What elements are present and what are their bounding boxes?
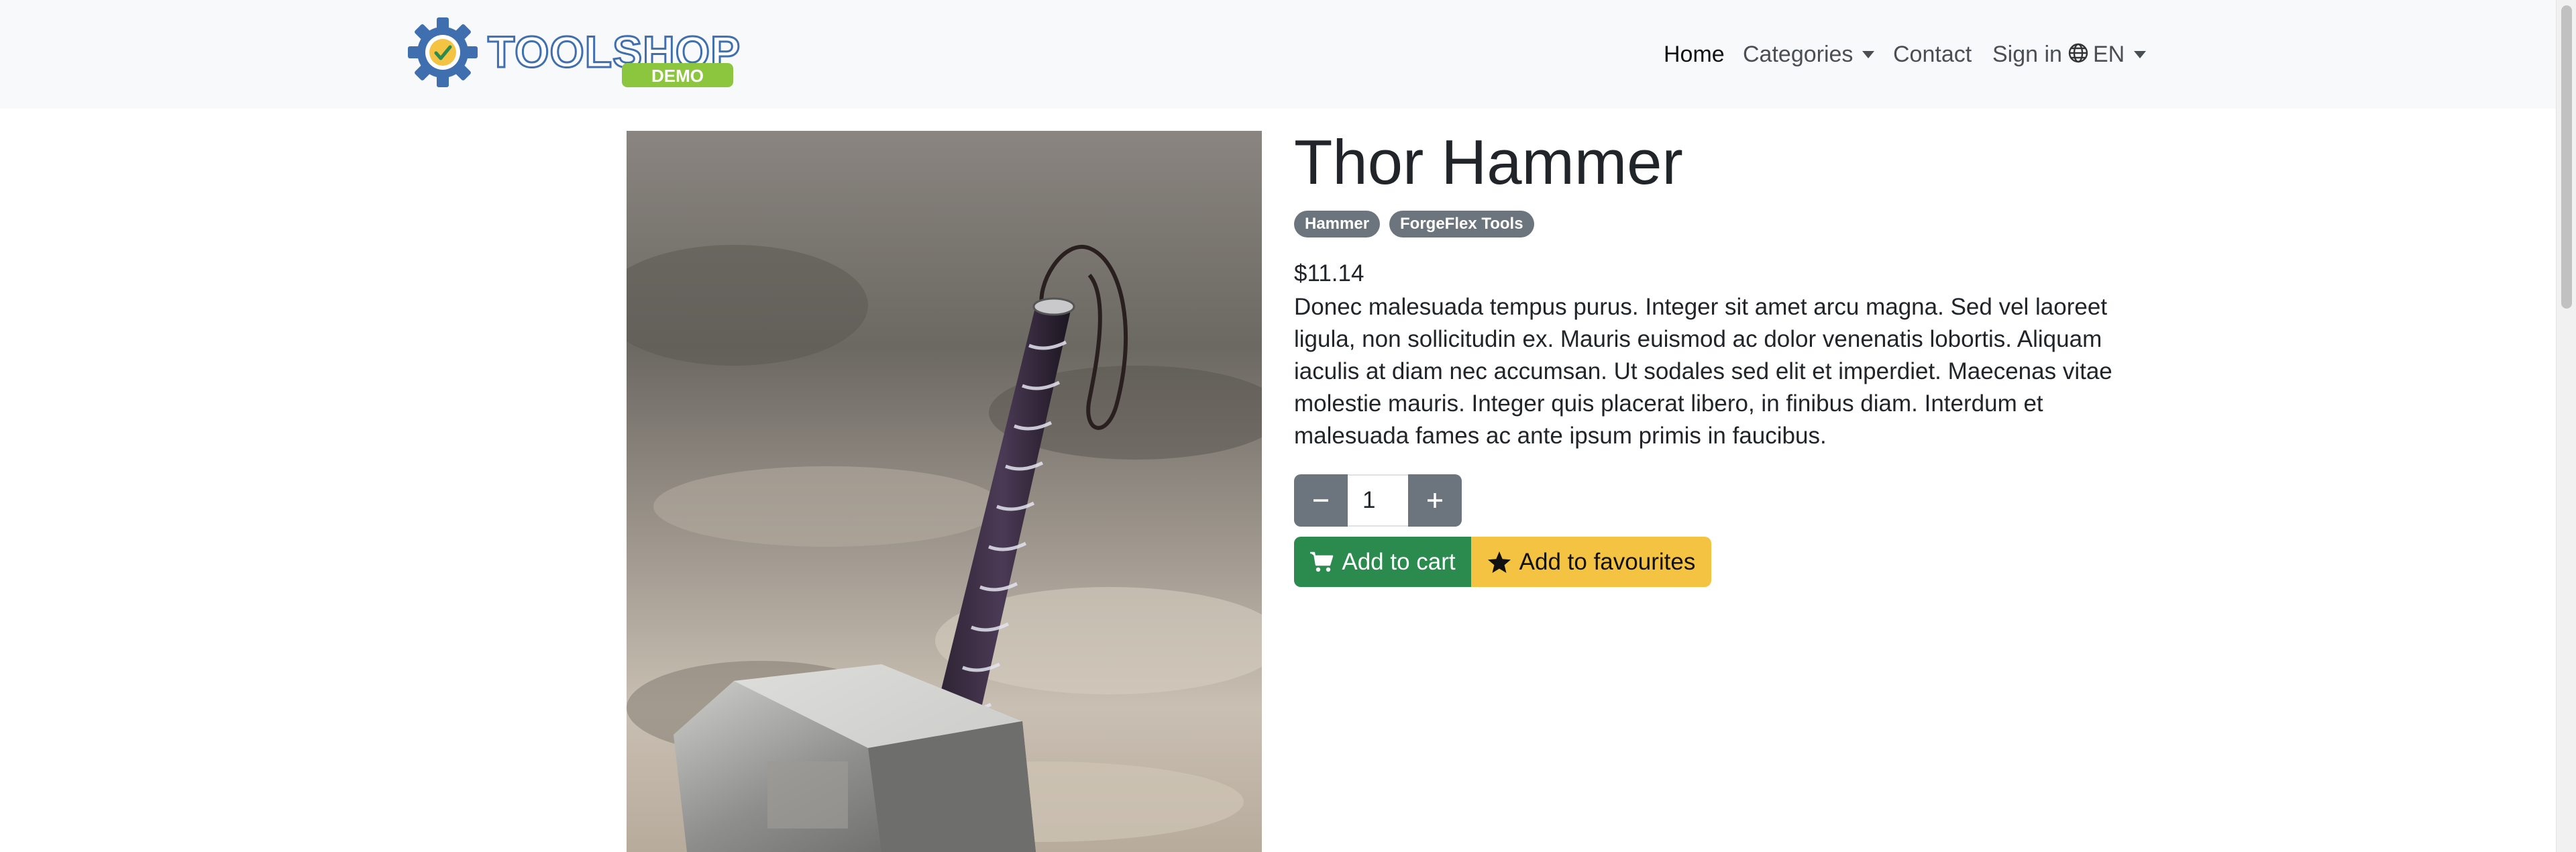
- nav-home[interactable]: Home: [1664, 42, 1725, 68]
- logo-badge: DEMO: [651, 66, 704, 86]
- navbar: TOOLSHOP DEMO Home Categories Contact Si…: [0, 0, 2556, 109]
- globe-icon: [2068, 42, 2089, 67]
- gear-check-icon: [408, 17, 478, 87]
- brand-logo[interactable]: TOOLSHOP DEMO: [406, 15, 741, 93]
- nav-categories[interactable]: Categories: [1743, 42, 1853, 68]
- brand-badge: ForgeFlex Tools: [1389, 211, 1534, 237]
- product-image: [627, 131, 1262, 852]
- increase-quantity-button[interactable]: [1408, 474, 1462, 527]
- category-badge: Hammer: [1294, 211, 1381, 237]
- add-to-favourites-button[interactable]: Add to favourites: [1471, 537, 1711, 587]
- plus-icon: [1428, 493, 1442, 508]
- nav-contact[interactable]: Contact: [1893, 42, 1972, 68]
- add-to-cart-button[interactable]: Add to cart: [1294, 537, 1471, 587]
- add-to-favourites-label: Add to favourites: [1519, 548, 1696, 575]
- add-to-cart-label: Add to cart: [1342, 548, 1456, 575]
- chevron-down-icon: [1862, 50, 1875, 58]
- language-dropdown[interactable]: EN: [2068, 0, 2147, 109]
- chevron-down-icon: [2134, 50, 2147, 58]
- product-description: Donec malesuada tempus purus. Integer si…: [1294, 294, 2112, 449]
- star-icon: [1487, 551, 1511, 573]
- nav-sign-in[interactable]: Sign in: [1992, 42, 2062, 68]
- nav-categories-dropdown[interactable]: Categories: [1743, 0, 1875, 109]
- product-price: $11.14: [1294, 260, 1364, 286]
- quantity-input[interactable]: [1348, 474, 1408, 527]
- minus-icon: [1313, 499, 1328, 502]
- page-scrollbar[interactable]: [2556, 0, 2576, 852]
- product-title: Thor Hammer: [1294, 127, 1683, 197]
- scrollbar-thumb[interactable]: [2561, 5, 2572, 309]
- language-label[interactable]: EN: [2093, 42, 2125, 68]
- decrease-quantity-button[interactable]: [1294, 474, 1348, 527]
- quantity-stepper: [1294, 474, 1462, 527]
- cart-icon: [1310, 551, 1334, 572]
